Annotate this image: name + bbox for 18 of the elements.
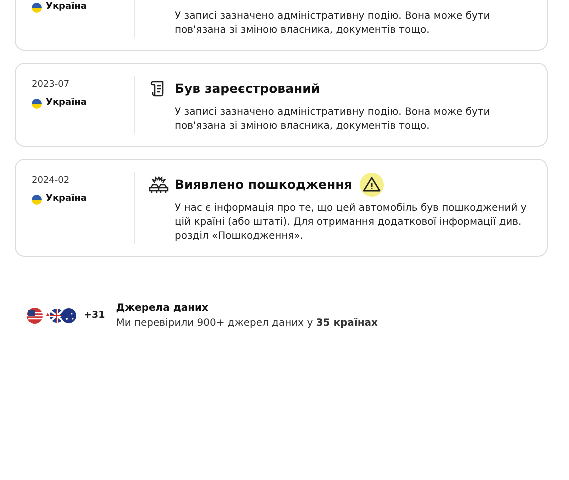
event-description: У записі зазначено адміністративну подію. Вона може бути пов'язана зі зміною власника, документів тощо. bbox=[175, 10, 492, 38]
country-name: Україна bbox=[46, 193, 87, 206]
ukraine-flag-icon bbox=[32, 194, 42, 205]
event-date: 2024-02 bbox=[32, 175, 71, 188]
event-title: Був зареєстрований bbox=[175, 80, 320, 98]
event-description: У записі зазначено адміністративну подію. Вона може бути пов'язана зі зміною власника, документів тощо. bbox=[175, 106, 492, 134]
car-crash-icon bbox=[149, 176, 169, 194]
sources-text: Ми перевірили 900+ джерел даних у 35 країнах bbox=[116, 317, 378, 331]
event-date: 2023-07 bbox=[32, 79, 71, 92]
sources-title: Джерела даних bbox=[116, 302, 210, 316]
event-description: У нас є інформація про те, що цей автомобіль був пошкоджений у цій країні (або штаті). Для отримання додаткової інформації див. розділ «Пошкодження». bbox=[175, 202, 528, 244]
event-title: Виявлено пошкодження bbox=[175, 176, 352, 194]
country-flags-icon bbox=[27, 308, 77, 324]
country-name: Україна bbox=[46, 1, 87, 14]
more-countries-count: +31 bbox=[84, 308, 106, 323]
ukraine-flag-icon bbox=[32, 2, 42, 13]
country-name: Україна bbox=[46, 97, 87, 110]
ukraine-flag-icon bbox=[32, 98, 42, 109]
